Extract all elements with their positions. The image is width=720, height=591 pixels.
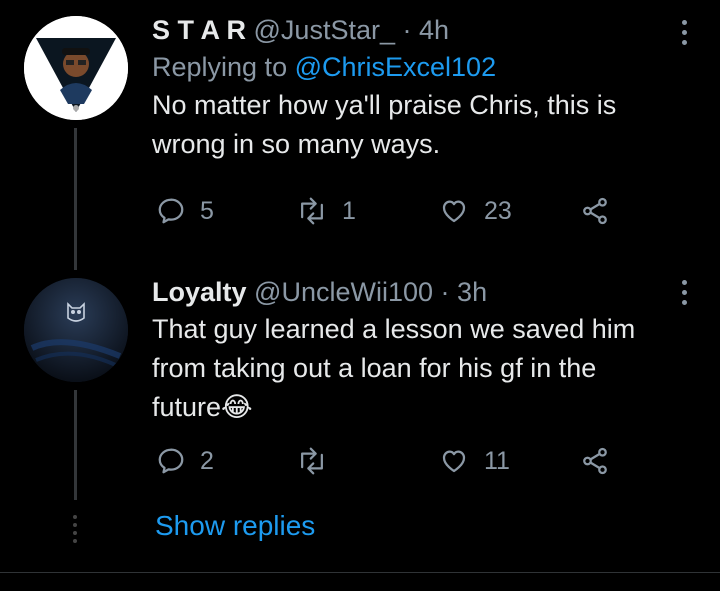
avatar-image bbox=[24, 16, 128, 120]
display-name[interactable]: Loyalty bbox=[152, 277, 247, 307]
like-button[interactable]: 23 bbox=[438, 196, 512, 226]
reply-count: 2 bbox=[200, 446, 214, 475]
tweet-header: S T A R @JustStar_ · 4h bbox=[152, 14, 680, 46]
tweet-text-line: from taking out a loan for his gf in the bbox=[152, 353, 597, 383]
display-name[interactable]: S T A R bbox=[152, 15, 246, 45]
reply-button[interactable]: 5 bbox=[156, 196, 214, 226]
divider bbox=[0, 572, 720, 573]
more-options-icon[interactable] bbox=[682, 280, 688, 310]
user-handle[interactable]: @JustStar_ bbox=[254, 15, 395, 45]
avatar-image bbox=[24, 278, 128, 382]
share-button[interactable] bbox=[580, 446, 610, 476]
reply-icon bbox=[158, 198, 184, 224]
reply-icon bbox=[158, 448, 184, 474]
tweet-actions: 2 11 bbox=[152, 446, 632, 482]
mention-link[interactable]: @ChrisExcel102 bbox=[295, 52, 497, 82]
retweet-icon bbox=[301, 197, 323, 225]
user-handle[interactable]: @UncleWii100 bbox=[254, 277, 433, 307]
tweet-1[interactable]: S T A R @JustStar_ · 4h Replying to @Chr… bbox=[0, 0, 720, 270]
retweet-count: 1 bbox=[342, 196, 356, 225]
tweet-2[interactable]: Loyalty @UncleWii100 · 3h That guy learn… bbox=[0, 270, 720, 510]
reply-count: 5 bbox=[200, 196, 214, 225]
reply-button[interactable]: 2 bbox=[156, 446, 214, 476]
like-button[interactable]: 11 bbox=[438, 446, 510, 476]
like-count: 23 bbox=[484, 196, 512, 225]
timestamp[interactable]: 4h bbox=[419, 15, 449, 45]
retweet-button[interactable] bbox=[296, 446, 342, 476]
separator-dot: · bbox=[440, 277, 450, 307]
avatar-loyalty[interactable] bbox=[24, 278, 128, 382]
replying-to-label: Replying to bbox=[152, 52, 288, 82]
tweet-text: No matter how ya'll praise Chris, this i… bbox=[152, 86, 680, 164]
tweet-header: Loyalty @UncleWii100 · 3h bbox=[152, 276, 680, 308]
heart-icon bbox=[442, 450, 466, 473]
share-button[interactable] bbox=[580, 196, 610, 226]
show-replies-link[interactable]: Show replies bbox=[155, 510, 315, 542]
retweet-button[interactable]: 1 bbox=[296, 196, 356, 226]
heart-icon bbox=[442, 200, 466, 223]
retweet-icon bbox=[301, 447, 323, 475]
tweet-actions: 5 1 23 bbox=[152, 196, 632, 232]
like-count: 11 bbox=[484, 446, 510, 475]
thread-line bbox=[74, 390, 77, 500]
thread-line bbox=[74, 128, 77, 270]
tweet-text-line: future😂 bbox=[152, 392, 253, 422]
share-icon bbox=[583, 447, 607, 475]
thread-continuation-dots bbox=[73, 515, 77, 547]
tweet-text: That guy learned a lesson we saved him f… bbox=[152, 310, 680, 427]
avatar-star[interactable] bbox=[24, 16, 128, 120]
share-icon bbox=[583, 197, 607, 225]
replying-to: Replying to @ChrisExcel102 bbox=[152, 50, 680, 84]
tweet-text-line: wrong in so many ways. bbox=[152, 129, 441, 159]
tweet-text-line: No matter how ya'll praise Chris, this i… bbox=[152, 90, 617, 120]
separator-dot: · bbox=[402, 15, 412, 45]
timestamp[interactable]: 3h bbox=[457, 277, 487, 307]
tweet-text-line: That guy learned a lesson we saved him bbox=[152, 314, 636, 344]
more-options-icon[interactable] bbox=[682, 20, 688, 50]
